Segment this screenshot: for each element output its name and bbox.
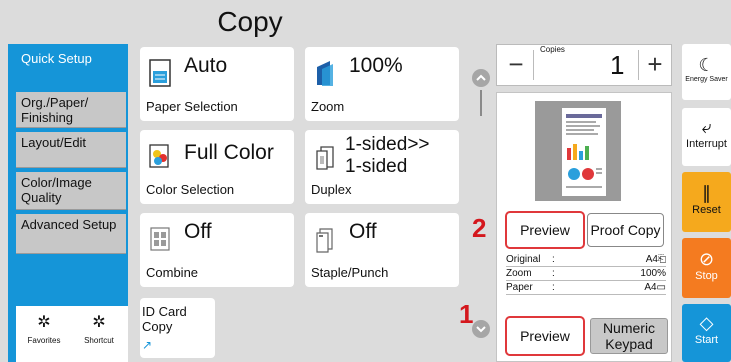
increase-copies-button[interactable]: +: [640, 48, 670, 82]
chevron-up-icon: [476, 74, 486, 81]
numeric-keypad-button[interactable]: Numeric Keypad: [590, 318, 668, 354]
proof-copy-button[interactable]: Proof Copy: [587, 213, 664, 247]
combine-tile[interactable]: Off Combine: [140, 213, 294, 287]
callout-number-1: 1: [459, 299, 474, 329]
interrupt-button[interactable]: ⤶ Interrupt: [682, 108, 731, 166]
preview-button-top[interactable]: Preview: [505, 211, 585, 249]
info-original-row: Original : A4⎗: [506, 254, 666, 267]
sidebar-shortcuts: ✲ Favorites ✲ Shortcut: [16, 306, 128, 362]
info-zoom-sep: :: [552, 268, 555, 279]
info-original-sep: :: [552, 254, 555, 265]
page-title: Copy: [217, 6, 283, 37]
staple-icon: [316, 228, 333, 253]
document-thumbnail-icon: [562, 108, 606, 196]
combine-value: Off: [184, 220, 212, 243]
sidebar-item-org-paper-finishing[interactable]: Org./Paper/ Finishing: [16, 92, 126, 128]
copies-divider: [533, 50, 534, 80]
info-paper-key: Paper: [506, 282, 533, 293]
duplex-value: 1-sided>> 1-sided: [345, 134, 430, 177]
zoom-tile[interactable]: 100% Zoom: [305, 47, 459, 121]
id-card-copy-tile[interactable]: ID Card Copy ↗: [140, 298, 215, 358]
shortcut-arrow-icon: ↗: [142, 338, 153, 352]
reset-label: Reset: [692, 204, 721, 216]
scroll-up-button[interactable]: [472, 69, 490, 87]
chevron-down-icon: [476, 326, 486, 333]
copies-value[interactable]: 1: [610, 50, 624, 80]
color-icon: [149, 144, 169, 168]
shortcut-button[interactable]: ✲ Shortcut: [74, 314, 124, 360]
reset-icon: ∥: [702, 183, 711, 203]
id-card-copy-label: ID Card Copy: [142, 304, 187, 334]
paper-selection-label: Paper Selection: [146, 99, 238, 114]
combine-label: Combine: [146, 265, 199, 280]
shortcut-gear-icon: ✲: [92, 314, 106, 331]
duplex-icon: [316, 146, 334, 170]
sidebar-item-color-image-quality[interactable]: Color/Image Quality: [16, 172, 126, 210]
scrollbar[interactable]: [480, 90, 482, 116]
paper-selection-value: Auto: [184, 54, 228, 77]
info-original-value: A4⎗: [645, 254, 666, 265]
info-original-key: Original: [506, 254, 541, 265]
zoom-label: Zoom: [311, 99, 345, 114]
stop-label: Stop: [695, 270, 718, 282]
color-selection-tile[interactable]: Full Color Color Selection: [140, 130, 294, 204]
sidebar-item-quick-setup[interactable]: Quick Setup: [16, 48, 126, 88]
reset-button[interactable]: ∥ Reset: [682, 172, 731, 232]
info-zoom-value: 100%: [640, 268, 666, 279]
color-selection-value: Full Color: [184, 141, 274, 164]
info-zoom-key: Zoom: [506, 268, 532, 279]
preview-button-bottom[interactable]: Preview: [505, 316, 585, 356]
staple-punch-tile[interactable]: Off Staple/Punch: [305, 213, 459, 287]
favorites-gear-icon: ✲: [37, 314, 51, 331]
scroll-down-button[interactable]: [472, 320, 490, 338]
duplex-label: Duplex: [311, 182, 352, 197]
callout-number-2: 2: [472, 213, 487, 243]
color-selection-label: Color Selection: [146, 182, 235, 197]
interrupt-icon: ⤶: [701, 117, 712, 137]
shortcut-label: Shortcut: [84, 336, 114, 345]
favorites-label: Favorites: [27, 336, 61, 345]
paper-icon: [149, 59, 171, 87]
zoom-value: 100%: [349, 54, 403, 77]
copies-label: Copies: [540, 45, 565, 54]
start-icon: ◇: [699, 313, 714, 333]
interrupt-label: Interrupt: [686, 138, 727, 150]
sidebar-item-layout-edit[interactable]: Layout/Edit: [16, 132, 126, 168]
duplex-tile[interactable]: 1-sided>> 1-sided Duplex: [305, 130, 459, 204]
copy-screen: Copy Quick Setup Org./Paper/ Finishing L…: [0, 0, 731, 362]
copies-divider: [638, 50, 639, 80]
start-button[interactable]: ◇ Start: [682, 304, 731, 362]
info-paper-sep: :: [552, 282, 555, 293]
start-label: Start: [694, 334, 719, 346]
energy-saver-label: Energy Saver: [685, 76, 728, 83]
moon-icon: ☾: [698, 55, 715, 75]
sidebar: Quick Setup Org./Paper/ Finishing Layout…: [8, 44, 128, 362]
favorites-button[interactable]: ✲ Favorites: [19, 314, 69, 360]
staple-punch-label: Staple/Punch: [311, 265, 389, 280]
combine-icon: [150, 227, 170, 251]
sidebar-item-advanced-setup[interactable]: Advanced Setup: [16, 214, 126, 254]
stop-icon: ⊘: [698, 249, 715, 269]
decrease-copies-button[interactable]: −: [500, 48, 532, 82]
info-paper-value: A4▭: [644, 282, 666, 293]
info-zoom-row: Zoom : 100%: [506, 268, 666, 281]
paper-selection-tile[interactable]: Auto Paper Selection: [140, 47, 294, 121]
energy-saver-button[interactable]: ☾ Energy Saver: [682, 44, 731, 100]
info-paper-row: Paper : A4▭: [506, 282, 666, 295]
stop-button[interactable]: ⊘ Stop: [682, 238, 731, 298]
zoom-icon: [317, 61, 333, 86]
staple-punch-value: Off: [349, 220, 377, 243]
